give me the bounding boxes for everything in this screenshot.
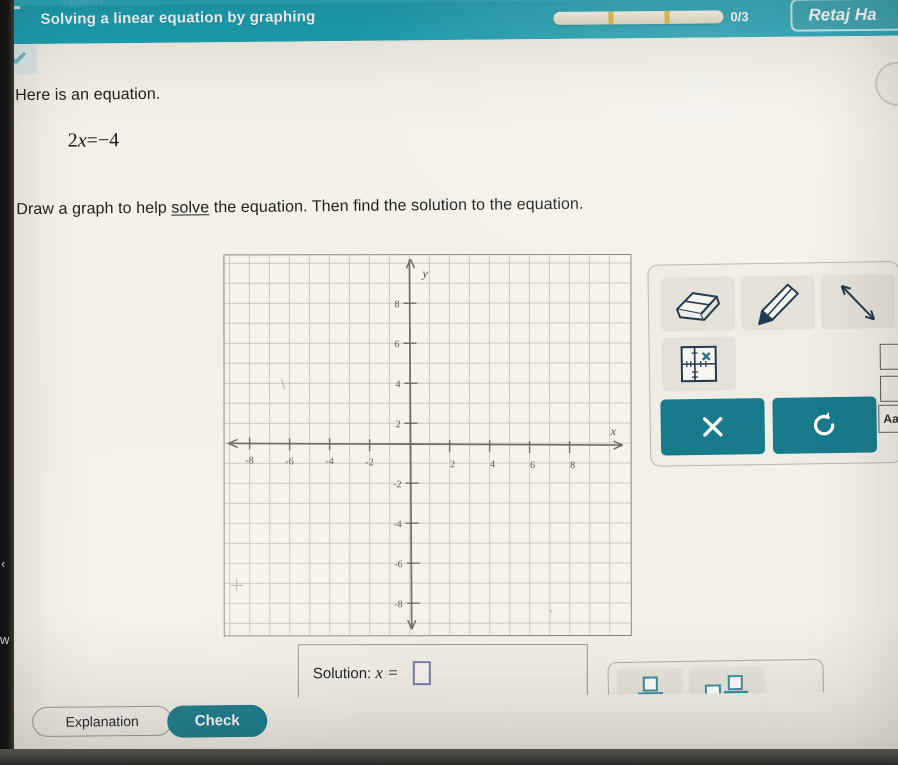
equation-display: 2x=−4 [68,129,120,152]
progress-label: 0/3 [730,9,749,25]
instruction-prefix: Draw a graph to help [16,199,172,219]
equation-rhs: −4 [97,129,120,152]
text-tool-button[interactable]: Aa [878,404,898,433]
svg-text:8: 8 [394,299,399,310]
solution-equals: = [387,663,399,683]
progress-divider-1 [608,11,614,25]
svg-text:-4: -4 [393,519,401,530]
svg-text:-4: -4 [325,456,333,467]
progress-divider-2 [664,10,670,24]
undo-button[interactable] [772,396,878,454]
device-bezel-left [0,0,14,765]
app-screen: Systems Solving a linear equation by gra… [0,0,898,765]
graph-canvas[interactable]: -8 -6 -4 -2 2 4 6 8 8 6 4 2 -2 -4 -6 -8 … [224,255,631,636]
svg-text:-6: -6 [394,559,402,570]
page-title: Solving a linear equation by graphing [40,8,316,28]
plot-point-tool[interactable] [661,336,737,392]
line-tool[interactable] [820,274,896,330]
header-faded-text: Systems [62,0,105,9]
shape-tool-icon[interactable] [879,343,898,370]
svg-text:4: 4 [396,379,401,390]
svg-text:6: 6 [530,460,535,471]
intro-text: Here is an equation. [15,85,161,105]
solution-label-text: Solution: [312,665,372,683]
solution-label: Solution: x = [313,663,399,683]
bezel-glyph-bottom: w [0,632,10,647]
svg-text:2: 2 [396,419,401,430]
clear-button[interactable] [660,398,766,456]
coordinate-graph[interactable]: -8 -6 -4 -2 2 4 6 8 8 6 4 2 -2 -4 -6 -8 … [223,254,632,637]
svg-text:2: 2 [450,459,455,470]
user-account-button[interactable]: Retaj Ha [790,0,898,32]
graph-x-axis-label: x [610,424,617,438]
svg-text:-2: -2 [393,479,401,490]
explanation-button[interactable]: Explanation [32,705,173,738]
svg-text:-8: -8 [245,455,253,466]
equation-relation: = [86,129,98,152]
eraser-tool[interactable] [660,276,736,332]
svg-text:-2: -2 [365,457,373,468]
bezel-glyph-top: ‹ [1,556,6,571]
svg-text:6: 6 [394,339,399,350]
answer-input[interactable] [412,661,431,686]
drawing-toolbar [647,261,898,467]
device-bezel-bottom [0,749,898,765]
instruction-suffix: the equation. Then find the solution to … [209,195,584,217]
screen-photo: Systems Solving a linear equation by gra… [0,0,898,765]
svg-text:-8: -8 [394,599,402,610]
progress-bar [553,10,724,25]
svg-text:8: 8 [570,460,575,471]
pencil-tool[interactable] [740,275,816,331]
header-top-stripe [0,0,898,7]
graph-y-axis-label: y [421,266,428,280]
svg-text:4: 4 [490,459,495,470]
equation-lhs-coefficient: 2 [67,129,78,152]
solution-variable: x [375,663,383,683]
svg-text:-6: -6 [285,456,293,467]
equation-lhs-variable: x [77,129,87,152]
select-tool-icon[interactable] [879,375,898,402]
check-button[interactable]: Check [167,704,268,738]
solve-glossary-link[interactable]: solve [171,199,209,216]
